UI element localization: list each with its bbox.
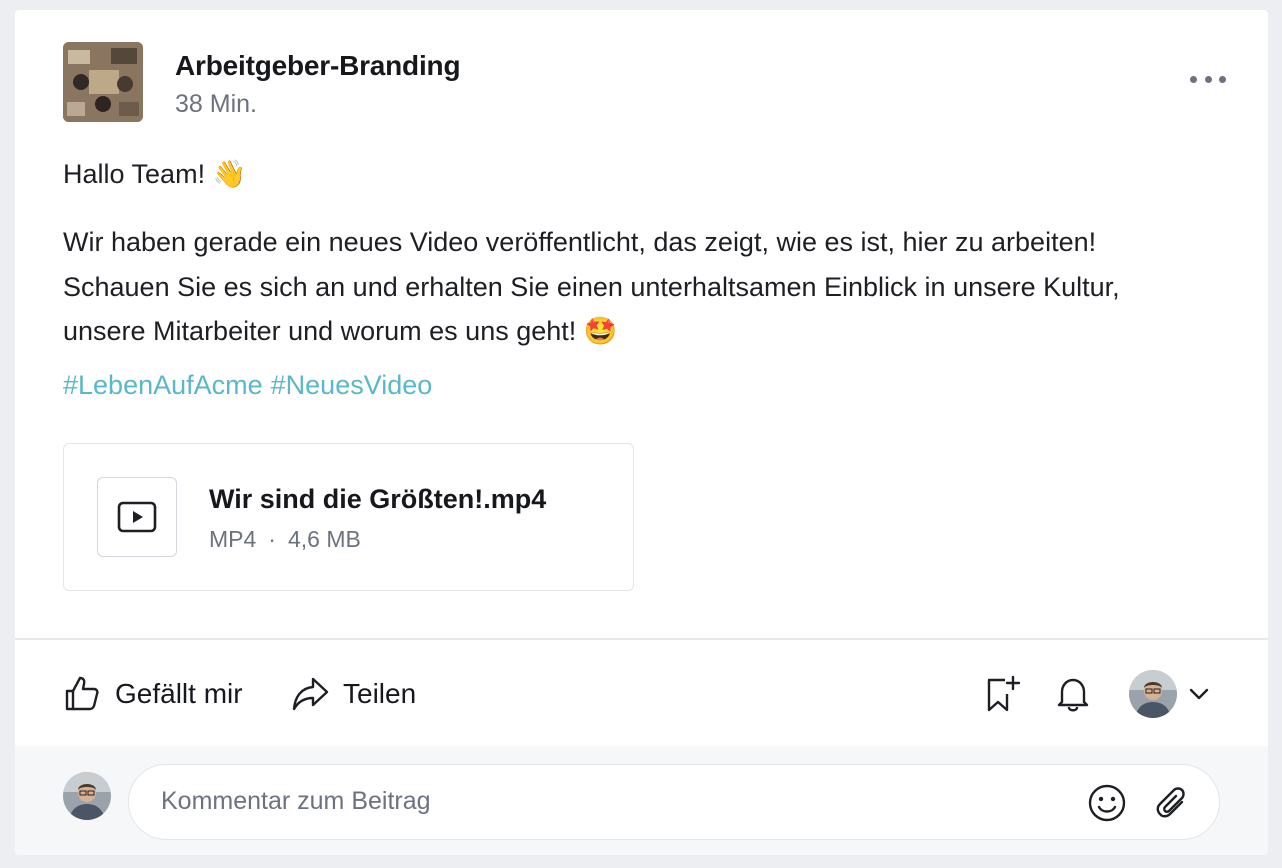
video-play-icon [97,477,177,557]
share-label: Teilen [343,678,417,709]
post-card: Arbeitgeber-Branding 38 Min. Hallo Team!… [15,10,1268,855]
thumbs-up-icon [65,676,99,711]
share-arrow-icon [292,677,329,711]
video-attachment[interactable]: Wir sind die Größten!.mp4 MP4 · 4,6 MB [63,443,634,591]
post-message-line: Schauen Sie es sich an und erhalten Sie … [63,271,1120,302]
post-author[interactable]: Arbeitgeber-Branding [175,50,461,82]
bell-icon [1057,678,1089,712]
comment-input[interactable] [161,765,1041,838]
like-label: Gefällt mir [115,678,243,709]
group-avatar[interactable] [63,42,143,122]
post-message: Wir haben gerade ein neues Video veröffe… [63,220,1243,354]
comment-box [128,764,1220,840]
like-button[interactable]: Gefällt mir [63,668,243,720]
bookmark-add-icon [987,675,1021,712]
attach-file-button[interactable] [1149,781,1193,825]
hashtag-link[interactable]: #LebenAufAcme [63,370,263,400]
attachment-filename: Wir sind die Größten!.mp4 [209,484,547,514]
more-dot-icon [1204,75,1212,83]
bookmark-add-button[interactable] [981,672,1025,716]
post-message-line: unsere Mitarbeiter und worum es uns geht… [63,316,618,346]
paperclip-icon [1156,787,1185,818]
more-dot-icon [1190,75,1197,83]
attachment-separator: · [268,526,276,552]
more-options-button[interactable] [1188,64,1228,94]
smiley-icon [1088,784,1126,822]
divider [15,638,1268,640]
user-avatar [1129,670,1177,718]
share-button[interactable]: Teilen [291,668,416,720]
post-header: Arbeitgeber-Branding 38 Min. [63,42,1228,122]
post-actions: Gefällt mir Teilen [63,668,1220,720]
emoji-picker-button[interactable] [1085,781,1129,825]
commenter-avatar [63,772,111,820]
more-dot-icon [1219,75,1226,83]
hashtag-link[interactable]: #NeuesVideo [271,370,433,400]
post-timestamp: 38 Min. [175,90,257,118]
post-message-line: Wir haben gerade ein neues Video veröffe… [63,227,1097,257]
comment-section [15,746,1268,855]
attachment-meta: MP4 · 4,6 MB [209,526,361,553]
post-greeting: Hallo Team! 👋 [63,159,247,189]
hashtag-list: #LebenAufAcme #NeuesVideo [63,370,440,401]
chevron-down-icon [1189,688,1209,700]
attachment-size: 4,6 MB [287,526,361,552]
post-as-user-menu[interactable] [1129,669,1209,719]
notification-bell-button[interactable] [1051,672,1095,716]
attachment-type: MP4 [209,526,257,552]
